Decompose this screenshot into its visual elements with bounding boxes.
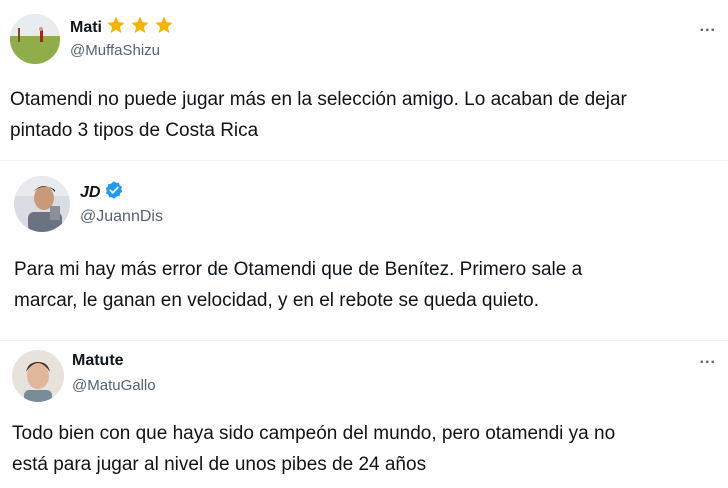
star-icon (130, 15, 150, 40)
tweet-text-line: Todo bien con que haya sido campeón del … (12, 423, 616, 444)
verified-icon (104, 180, 124, 205)
divider (0, 340, 728, 341)
tweet-card: Mati @MuffaShizu ... Otamendi no puede j… (0, 0, 728, 160)
avatar[interactable] (14, 176, 70, 232)
tweet-text: Otamendi no puede jugar más en la selecc… (10, 84, 720, 146)
tweet-text-line: marcar, le ganan en velocidad, y en el r… (14, 290, 539, 311)
tweet-text-line: Para mi hay más error de Otamendi que de… (14, 259, 583, 280)
avatar[interactable] (10, 14, 60, 64)
tweet-text-line: está para jugar al nivel de unos pibes d… (12, 454, 427, 475)
tweet-text: Para mi hay más error de Otamendi que de… (14, 254, 720, 316)
tweet-card: JD @JuannDis Para mi hay más error de Ot… (0, 170, 728, 338)
tweet-text-line: pintado 3 tipos de Costa Rica (10, 120, 259, 141)
user-handle[interactable]: @JuannDis (80, 208, 163, 226)
star-icon (154, 15, 174, 40)
more-options-icon[interactable]: ... (700, 350, 716, 368)
display-name[interactable]: Mati (70, 19, 102, 37)
avatar[interactable] (12, 350, 64, 402)
more-options-icon[interactable]: ... (700, 18, 716, 36)
user-handle[interactable]: @MatuGallo (72, 377, 156, 394)
display-name[interactable]: Matute (72, 352, 124, 370)
tweet-text: Todo bien con que haya sido campeón del … (12, 418, 720, 480)
user-handle[interactable]: @MuffaShizu (70, 42, 160, 59)
tweet-card: Matute @MatuGallo ... Todo bien con que … (0, 344, 728, 488)
star-icon (106, 15, 126, 40)
display-name[interactable]: JD (80, 184, 100, 202)
tweet-text-line: Otamendi no puede jugar más en la selecc… (10, 89, 627, 110)
divider (0, 160, 728, 161)
